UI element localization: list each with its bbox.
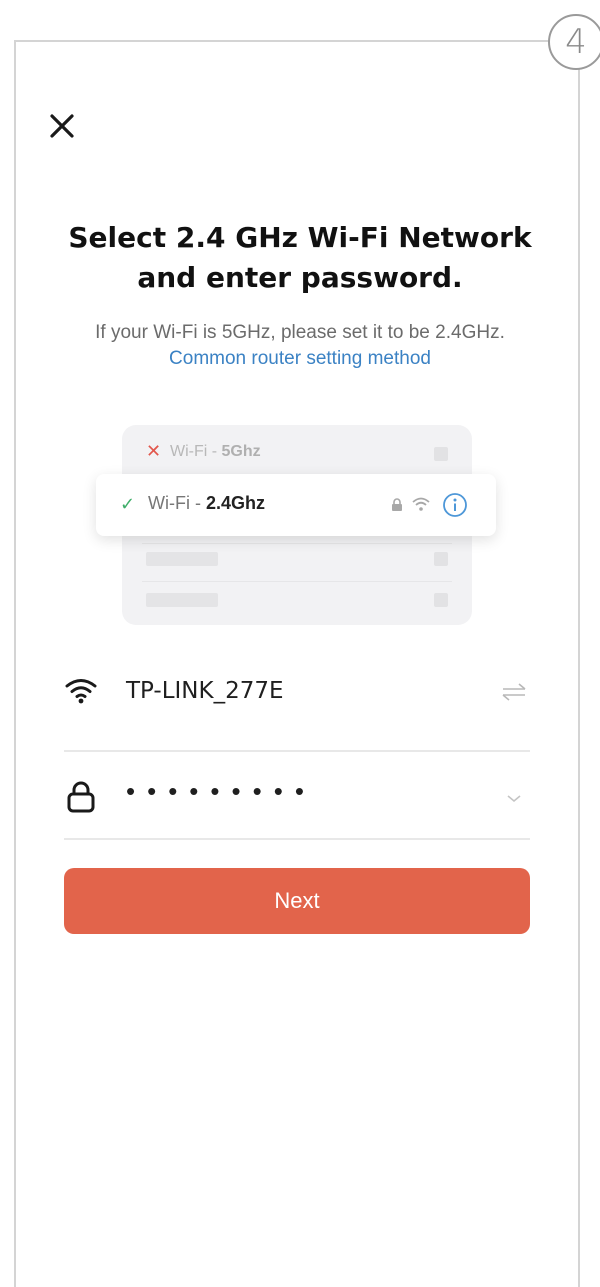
wifi-network-field[interactable]: TP-LINK_277E	[64, 664, 530, 724]
close-icon	[50, 114, 74, 138]
wifi-icon	[65, 679, 97, 704]
illustration-row-5g: ✕ Wi-Fi - 5Ghz	[122, 429, 472, 473]
x-mark-icon: ✕	[146, 441, 162, 461]
placeholder-bar	[146, 552, 218, 566]
router-setting-link[interactable]: Common router setting method	[169, 348, 431, 369]
wifi-ssid-value: TP-LINK_277E	[126, 678, 284, 704]
page-subtitle: If your Wi-Fi is 5GHz, please set it to …	[60, 320, 540, 372]
network-5g-label: Wi-Fi - 5Ghz	[170, 443, 261, 460]
field-divider	[64, 750, 530, 752]
placeholder-square	[434, 447, 448, 461]
lock-mini-icon	[392, 498, 402, 511]
placeholder-square	[434, 552, 448, 566]
next-button[interactable]: Next	[64, 868, 530, 934]
password-masked-value: •••••••••	[126, 776, 316, 806]
chevron-down-icon[interactable]	[500, 786, 528, 810]
illustration-row-24g: ✓ Wi-Fi - 2.4Ghz	[96, 474, 496, 536]
step-number-badge: 4	[548, 14, 600, 70]
page-title: Select 2.4 GHz Wi-Fi Network and enter p…	[68, 221, 532, 294]
network-24g-label: Wi-Fi - 2.4Ghz	[148, 493, 266, 513]
illustration-divider	[142, 543, 452, 544]
placeholder-square	[434, 593, 448, 607]
subtitle-text: If your Wi-Fi is 5GHz, please set it to …	[95, 322, 505, 343]
wifi-mini-icon	[412, 497, 430, 511]
placeholder-bar	[146, 593, 218, 607]
lock-icon	[67, 781, 95, 813]
close-button[interactable]	[46, 110, 78, 142]
info-icon	[443, 493, 467, 517]
password-field[interactable]: •••••••••	[64, 770, 530, 830]
field-divider	[64, 838, 530, 840]
illustration-divider	[142, 581, 452, 582]
check-icon: ✓	[120, 494, 136, 514]
switch-network-icon[interactable]	[500, 680, 528, 704]
